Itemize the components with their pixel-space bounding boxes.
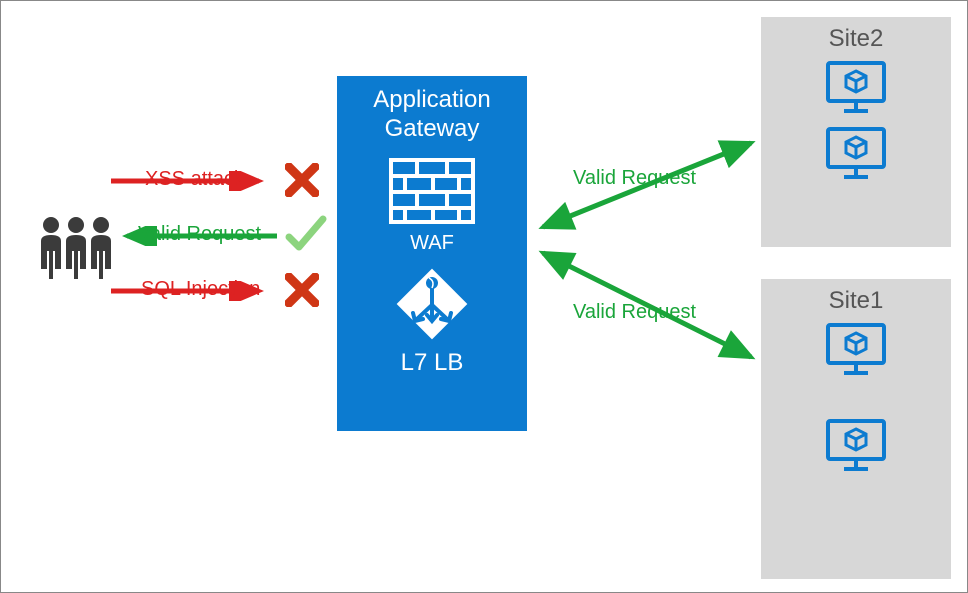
load-balancer-icon [389,261,475,347]
site1-box: Site1 [761,279,951,579]
appgw-title-line2: Gateway [385,115,480,142]
valid-label-site1: Valid Request [573,301,696,324]
vm-icon [824,59,888,115]
valid-label-left: Valid Request [138,223,261,246]
vm-icon [824,417,888,473]
valid-label-site2: Valid Request [573,167,696,190]
vm-icon [824,321,888,377]
vm-icon [824,125,888,181]
diagram-canvas: XSS attack Valid Request SQL Injection A… [0,0,968,593]
site1-title: Site1 [761,287,951,315]
appgw-title: Application Gateway [337,86,527,144]
site2-title: Site2 [761,25,951,53]
check-icon [283,213,327,257]
sqli-label: SQL Injection [141,278,260,301]
xss-label: XSS attack [145,168,244,191]
appgw-title-line1: Application [373,86,490,113]
cross-icon [285,273,319,307]
l7lb-label: L7 LB [337,349,527,377]
application-gateway: Application Gateway WAF [337,76,527,431]
waf-label: WAF [337,232,527,255]
people-group-icon [36,211,116,281]
site2-box: Site2 [761,17,951,247]
cross-icon [285,163,319,197]
firewall-icon [387,156,477,226]
users-group [36,211,116,281]
